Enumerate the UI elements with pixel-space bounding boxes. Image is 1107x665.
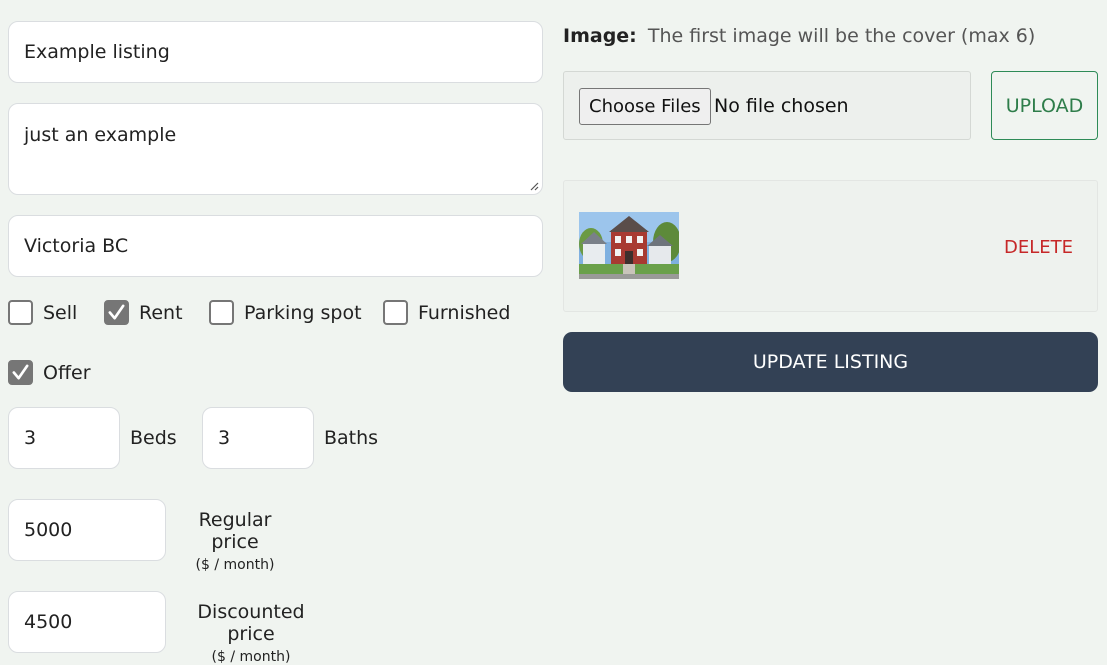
address-input-value: Victoria BC	[24, 235, 129, 257]
regular-price-value: 5000	[24, 519, 73, 541]
discounted-price-label-group: Discounted price ($ / month)	[176, 601, 326, 665]
discounted-price-label: Discounted price	[197, 601, 305, 645]
upload-button[interactable]: UPLOAD	[991, 71, 1098, 140]
update-listing-button[interactable]: UPDATE LISTING	[563, 332, 1098, 392]
regular-price-label: Regular price	[198, 509, 272, 553]
checkbox-rent-box[interactable]	[104, 300, 129, 325]
checkbox-offer[interactable]: Offer	[8, 360, 91, 385]
discounted-price-unit: ($ / month)	[211, 649, 291, 665]
name-input-value: Example listing	[24, 41, 170, 63]
name-input[interactable]: Example listing	[8, 21, 543, 83]
checkbox-parking[interactable]: Parking spot	[209, 300, 362, 325]
checkbox-furnished[interactable]: Furnished	[383, 300, 510, 325]
beds-input[interactable]: 3	[8, 407, 120, 469]
checkbox-sell[interactable]: Sell	[8, 300, 77, 325]
image-label: Image:	[563, 25, 637, 47]
baths-label: Baths	[324, 427, 379, 449]
delete-image-button[interactable]: DELETE	[1004, 237, 1073, 258]
checkmark-icon	[12, 364, 29, 380]
discounted-price-input[interactable]: 4500	[8, 591, 166, 653]
description-textarea[interactable]: just an example	[8, 103, 543, 195]
discounted-price-value: 4500	[24, 611, 73, 633]
checkbox-parking-label: Parking spot	[244, 301, 362, 324]
checkbox-sell-label: Sell	[43, 301, 78, 324]
checkmark-icon	[108, 304, 125, 320]
address-input[interactable]: Victoria BC	[8, 215, 543, 277]
image-heading: Image: The first image will be the cover…	[563, 25, 1035, 47]
checkbox-offer-label: Offer	[43, 361, 91, 384]
choose-files-button[interactable]: Choose Files	[579, 88, 711, 125]
baths-input-value: 3	[218, 427, 231, 449]
checkbox-furnished-label: Furnished	[418, 301, 511, 324]
checkbox-rent-label: Rent	[139, 301, 183, 324]
description-value: just an example	[24, 124, 177, 146]
checkbox-rent[interactable]: Rent	[104, 300, 183, 325]
resize-grip-icon[interactable]	[529, 181, 539, 191]
baths-input[interactable]: 3	[202, 407, 314, 469]
regular-price-input[interactable]: 5000	[8, 499, 166, 561]
checkbox-parking-box[interactable]	[209, 300, 234, 325]
checkbox-sell-box[interactable]	[8, 300, 33, 325]
checkbox-furnished-box[interactable]	[383, 300, 408, 325]
image-item: DELETE	[563, 180, 1098, 312]
beds-input-value: 3	[24, 427, 37, 449]
file-picker[interactable]: Choose Files No file chosen	[563, 71, 971, 140]
house-thumbnail	[579, 212, 679, 279]
regular-price-label-group: Regular price ($ / month)	[176, 509, 294, 573]
no-file-text: No file chosen	[714, 95, 849, 117]
checkbox-offer-box[interactable]	[8, 360, 33, 385]
image-hint: The first image will be the cover (max 6…	[647, 25, 1036, 47]
beds-label: Beds	[130, 427, 177, 449]
regular-price-unit: ($ / month)	[195, 557, 275, 573]
